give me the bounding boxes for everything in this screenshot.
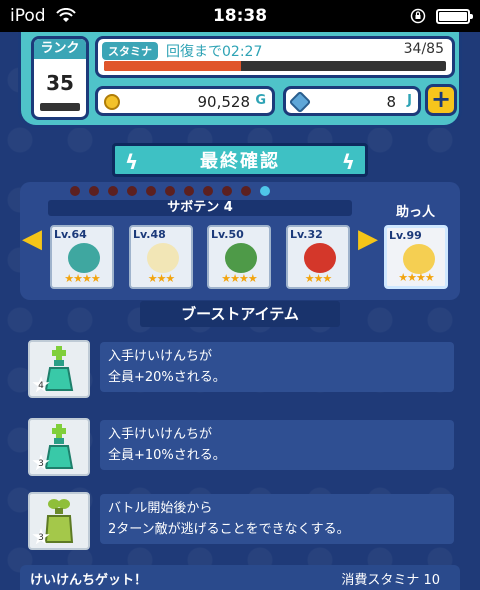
stamina-cost-label: 消費スタミナ 10 — [341, 573, 440, 588]
boost-items-heading: ブーストアイテム — [140, 301, 340, 327]
boost-item-slot[interactable]: 3 — [28, 418, 90, 476]
page-dot[interactable] — [222, 186, 232, 196]
team-name: サボテン 4 — [48, 200, 352, 216]
unit-level: Lv.99 — [389, 229, 422, 242]
character-portrait — [225, 243, 257, 273]
helper-unit-card[interactable]: Lv.99 ★★★★ — [384, 225, 448, 289]
gem-icon — [288, 90, 312, 114]
character-portrait — [304, 243, 336, 273]
add-gem-button[interactable]: + — [425, 84, 457, 116]
rank-value: 35 — [46, 71, 74, 95]
boost-item-row[interactable]: 3 バトル開始後から 2ターン敵が逃げることをできなくする。 — [28, 492, 454, 550]
item-desc-line: 入手けいけんちが — [108, 427, 213, 442]
stamina-bar-fill — [104, 61, 241, 71]
page-dot[interactable] — [260, 186, 270, 196]
unit-level: Lv.64 — [54, 228, 87, 241]
boost-item-slot[interactable]: 3 — [28, 492, 90, 550]
character-portrait — [147, 243, 179, 273]
item-desc-line: 全員+20%される。 — [108, 370, 226, 385]
gem-unit: J — [407, 93, 412, 108]
gold-box: 90,528 G — [95, 86, 275, 116]
party-unit-card[interactable]: Lv.48 ★★★ — [129, 225, 193, 289]
page-dot[interactable] — [89, 186, 99, 196]
gold-value: 90,528 — [197, 93, 251, 111]
unit-stars: ★★★ — [304, 272, 333, 285]
boost-item-row[interactable]: 4 入手けいけんちが 全員+20%される。 — [28, 340, 454, 398]
page-dot[interactable] — [184, 186, 194, 196]
rank-progress-bar — [40, 103, 80, 111]
page-dot[interactable] — [70, 186, 80, 196]
item-desc-line: 全員+10%される。 — [108, 448, 226, 463]
lightning-icon: ϟ — [341, 150, 355, 174]
final-confirm-banner: ϟ 最終確認 ϟ — [112, 143, 368, 177]
player-status-panel: ランク 35 スタミナ 回復まで02:27 34/85 90,528 G 8 J… — [18, 32, 462, 128]
footer-bar: けいけんちゲット！ 消費スタミナ 10 — [20, 565, 460, 590]
page-dot[interactable] — [165, 186, 175, 196]
page-dot[interactable] — [127, 186, 137, 196]
boost-item-description: 入手けいけんちが 全員+20%される。 — [100, 342, 454, 392]
rotation-lock-icon — [410, 8, 426, 24]
unit-level: Lv.48 — [133, 228, 166, 241]
unit-stars: ★★★ — [147, 272, 176, 285]
page-dot[interactable] — [203, 186, 213, 196]
rank-label: ランク — [34, 39, 86, 59]
boost-item-row[interactable]: 3 入手けいけんちが 全員+10%される。 — [28, 418, 454, 476]
party-unit-card[interactable]: Lv.50 ★★★★ — [207, 225, 271, 289]
rank-box: ランク 35 — [31, 36, 89, 120]
page-dot[interactable] — [146, 186, 156, 196]
party-page-indicator[interactable] — [70, 186, 270, 196]
battery-icon — [436, 8, 473, 24]
next-team-arrow[interactable]: ▶ — [358, 224, 378, 254]
unit-level: Lv.32 — [290, 228, 323, 241]
lightning-icon: ϟ — [125, 150, 139, 174]
page-dot[interactable] — [108, 186, 118, 196]
character-portrait — [68, 243, 100, 273]
stamina-count: 34/85 — [403, 41, 444, 57]
previous-team-arrow[interactable]: ◀ — [22, 224, 42, 254]
unit-stars: ★★★★ — [64, 272, 100, 285]
boost-item-description: 入手けいけんちが 全員+10%される。 — [100, 420, 454, 470]
helper-label: 助っ人 — [396, 205, 436, 220]
stamina-recover-timer: 回復まで02:27 — [166, 44, 263, 60]
item-desc-line: 2ターン敵が逃げることをできなくする。 — [108, 522, 350, 537]
gem-box: 8 J — [283, 86, 421, 116]
boost-item-slot[interactable]: 4 — [28, 340, 90, 398]
page-dot[interactable] — [241, 186, 251, 196]
exp-get-label: けいけんちゲット！ — [30, 573, 148, 588]
gem-value: 8 — [386, 93, 396, 111]
unit-stars: ★★★★ — [398, 271, 434, 284]
carrier-label: iPod — [10, 6, 46, 26]
wifi-icon — [55, 8, 76, 22]
item-desc-line: バトル開始後から — [108, 501, 213, 516]
gold-unit: G — [255, 93, 266, 108]
unit-stars: ★★★★ — [221, 272, 257, 285]
stamina-bar — [104, 61, 446, 71]
party-unit-card[interactable]: Lv.32 ★★★ — [286, 225, 350, 289]
party-unit-card[interactable]: Lv.64 ★★★★ — [50, 225, 114, 289]
stamina-label: スタミナ — [102, 42, 158, 60]
character-portrait — [403, 244, 435, 274]
page-title: 最終確認 — [200, 151, 280, 172]
unit-level: Lv.50 — [211, 228, 244, 241]
boost-item-description: バトル開始後から 2ターン敵が逃げることをできなくする。 — [100, 494, 454, 544]
status-bar: iPod 18:38 — [0, 0, 480, 32]
item-desc-line: 入手けいけんちが — [108, 349, 213, 364]
gold-coin-icon — [104, 94, 120, 110]
stamina-box: スタミナ 回復まで02:27 34/85 — [95, 36, 455, 78]
